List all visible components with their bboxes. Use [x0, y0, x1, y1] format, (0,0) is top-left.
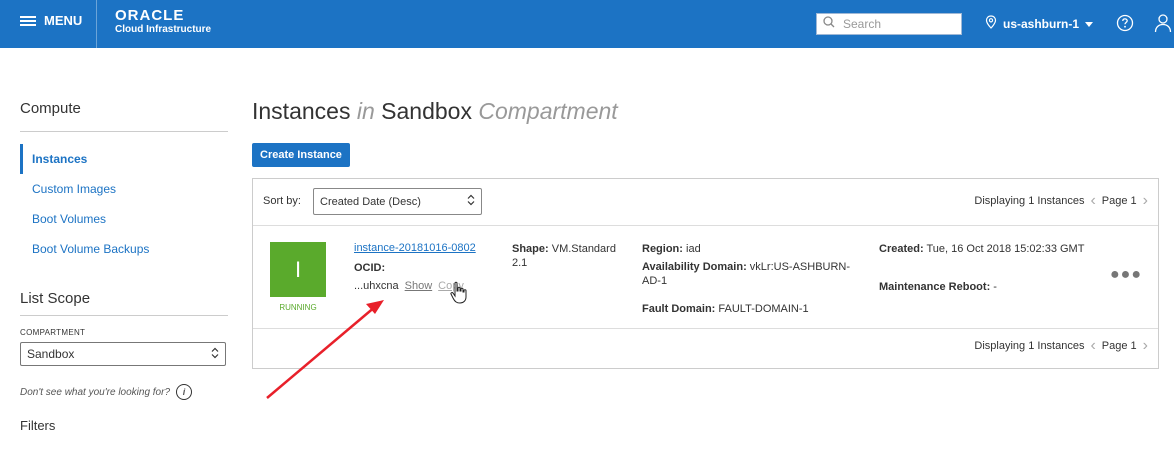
ocid-row: ...uhxcna Show Copy	[354, 280, 464, 292]
title-in: in	[356, 98, 375, 124]
user-profile-icon[interactable]	[1154, 13, 1172, 38]
region-label: us-ashburn-1	[1003, 16, 1080, 31]
select-arrows-icon	[211, 347, 219, 362]
list-footer: Displaying 1 Instances ‹ Page 1 ›	[253, 328, 1158, 368]
sidebar-item-boot-volume-backups[interactable]: Boot Volume Backups	[20, 234, 228, 264]
list-item: I RUNNING instance-20181016-0802 OCID: .…	[253, 225, 1158, 329]
displaying-count: Displaying 1 Instances	[974, 340, 1085, 352]
sort-value: Created Date (Desc)	[320, 195, 421, 208]
sidebar-nav: Instances Custom Images Boot Volumes Boo…	[20, 144, 228, 264]
sidebar-item-boot-volumes[interactable]: Boot Volumes	[20, 204, 228, 234]
chevron-left-icon[interactable]: ‹	[1090, 338, 1095, 354]
sort-label: Sort by:	[263, 195, 301, 207]
oracle-logo[interactable]: ORACLE Cloud Infrastructure	[115, 8, 211, 35]
select-arrows-icon	[467, 194, 475, 209]
logo-wordmark: ORACLE	[115, 7, 185, 24]
ocid-value: ...uhxcna	[354, 280, 399, 292]
page-number: Page 1	[1101, 340, 1137, 352]
status-badge: RUNNING	[279, 303, 317, 312]
title-compartment-word: Compartment	[478, 98, 618, 124]
chevron-left-icon[interactable]: ‹	[1090, 193, 1095, 209]
fault-domain-field: Fault Domain: FAULT-DOMAIN-1	[642, 302, 862, 316]
location-pin-icon	[985, 15, 997, 32]
title-compartment-name: Sandbox	[381, 98, 472, 124]
fault-domain-label: Fault Domain:	[642, 303, 716, 315]
help-icon[interactable]	[1116, 14, 1134, 37]
shape-label: Shape:	[512, 243, 549, 255]
sort-select[interactable]: Created Date (Desc)	[313, 188, 482, 215]
help-hint-text: Don't see what you're looking for?	[20, 386, 171, 398]
created-label: Created:	[879, 243, 924, 255]
search-box[interactable]	[816, 13, 962, 35]
created-value: Tue, 16 Oct 2018 15:02:33 GMT	[926, 243, 1085, 255]
sidebar-item-instances[interactable]: Instances	[20, 144, 228, 174]
instance-name-link[interactable]: instance-20181016-0802	[354, 242, 476, 254]
sidebar: Compute Instances Custom Images Boot Vol…	[20, 100, 228, 433]
page-title: Instances in Sandbox Compartment	[252, 98, 618, 125]
search-icon	[823, 15, 835, 33]
pagination-top: Displaying 1 Instances ‹ Page 1 ›	[974, 193, 1148, 209]
list-header: Sort by: Created Date (Desc) Displaying …	[253, 179, 1158, 225]
region-value: iad	[686, 243, 701, 255]
displaying-count: Displaying 1 Instances	[974, 195, 1085, 207]
logo-subtitle: Cloud Infrastructure	[115, 24, 212, 35]
help-hint: Don't see what you're looking for? i	[20, 384, 228, 400]
search-input[interactable]	[841, 16, 955, 32]
instances-list-panel: Sort by: Created Date (Desc) Displaying …	[252, 178, 1159, 369]
hand-cursor-icon	[450, 281, 467, 304]
maintenance-reboot-field: Maintenance Reboot: -	[879, 280, 1099, 294]
shape-field: Shape: VM.Standard 2.1	[512, 242, 632, 270]
title-instances: Instances	[252, 98, 351, 124]
info-icon[interactable]: i	[176, 384, 193, 400]
created-field: Created: Tue, 16 Oct 2018 15:02:33 GMT	[879, 242, 1099, 256]
more-actions-icon[interactable]: ●●●	[1110, 266, 1142, 284]
instance-status-tile: I	[270, 242, 326, 297]
ocid-label: OCID:	[354, 262, 386, 274]
create-instance-button[interactable]: Create Instance	[252, 143, 350, 167]
sidebar-heading: Compute	[20, 100, 228, 132]
availability-domain-label: Availability Domain:	[642, 261, 747, 273]
region-label: Region:	[642, 243, 683, 255]
page-number: Page 1	[1101, 195, 1137, 207]
topbar-divider	[96, 0, 97, 48]
maintenance-reboot-label: Maintenance Reboot:	[879, 281, 991, 293]
compartment-label: COMPARTMENT	[20, 328, 86, 337]
maintenance-reboot-value: -	[993, 281, 997, 293]
filters-heading: Filters	[20, 418, 56, 433]
chevron-right-icon[interactable]: ›	[1143, 338, 1148, 354]
pagination-bottom: Displaying 1 Instances ‹ Page 1 ›	[974, 338, 1148, 354]
region-selector[interactable]: us-ashburn-1	[985, 15, 1094, 32]
menu-label: MENU	[44, 13, 83, 28]
menu-button[interactable]: MENU	[20, 13, 82, 28]
caret-down-icon	[1085, 17, 1094, 31]
fault-domain-value: FAULT-DOMAIN-1	[718, 303, 809, 315]
ocid-show-link[interactable]: Show	[405, 280, 433, 292]
list-scope-heading: List Scope	[20, 290, 228, 316]
sidebar-item-custom-images[interactable]: Custom Images	[20, 174, 228, 204]
availability-domain-field: Availability Domain: vkLr:US-ASHBURN-AD-…	[642, 260, 860, 288]
top-navigation-bar: MENU ORACLE Cloud Infrastructure us-ashb…	[0, 0, 1174, 48]
chevron-right-icon[interactable]: ›	[1143, 193, 1148, 209]
compartment-select[interactable]: Sandbox	[20, 342, 226, 366]
compartment-value: Sandbox	[27, 347, 75, 361]
hamburger-icon	[20, 15, 36, 26]
region-field: Region: iad	[642, 242, 862, 256]
